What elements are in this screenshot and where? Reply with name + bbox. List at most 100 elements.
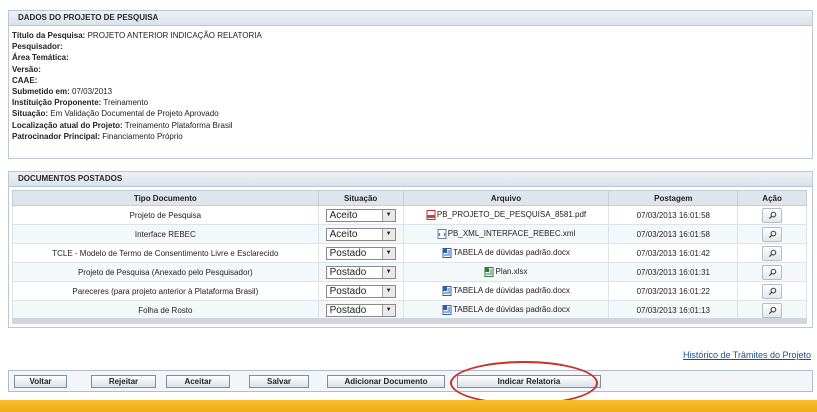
file-cell: Plan.xlsx <box>402 262 610 282</box>
postagem-cell: 07/03/2013 16:01:31 <box>608 262 739 282</box>
project-field-label: Patrocinador Principal: <box>12 131 101 141</box>
document-type-cell: Interface REBEC <box>12 224 319 244</box>
project-field-label: Área Temática: <box>12 53 69 63</box>
project-field: Versão: <box>12 64 812 75</box>
table-row: Projeto de Pesquisa Aceito ▼ PB_PROJETO_DE_… <box>12 205 807 225</box>
view-document-button[interactable] <box>762 264 783 280</box>
column-header-situacao: Situação <box>317 190 404 206</box>
postagem-cell: 07/03/2013 16:01:13 <box>608 300 739 320</box>
acao-cell <box>737 224 807 244</box>
chevron-down-icon[interactable]: ▼ <box>381 304 395 316</box>
rejeitar-button[interactable]: Rejeitar <box>91 375 156 388</box>
postagem-cell: 07/03/2013 16:01:22 <box>608 281 739 301</box>
file-cell: TABELA de dúvidas padrão.docx <box>402 281 610 301</box>
situacao-cell: Aceito ▼ <box>317 224 404 244</box>
table-row: Projeto de Pesquisa (Anexado pelo Pesqui… <box>12 262 807 282</box>
chevron-down-icon[interactable]: ▼ <box>381 285 395 297</box>
postagem-cell: 07/03/2013 16:01:58 <box>608 224 739 244</box>
search-icon <box>768 268 777 277</box>
posted-documents-panel: DOCUMENTOS POSTADOS Tipo Documento Situa… <box>8 171 813 328</box>
xml-file-icon <box>437 229 447 239</box>
project-field: Pesquisador: <box>12 41 812 52</box>
column-header-arquivo: Arquivo <box>402 190 610 206</box>
word-file-icon <box>442 286 452 296</box>
situacao-cell: Aceito ▼ <box>317 205 404 225</box>
situacao-select[interactable]: Aceito ▼ <box>325 208 396 222</box>
situacao-select[interactable]: Postado ▼ <box>325 265 396 279</box>
historico-tramites-link[interactable]: Histórico de Trâmites do Projeto <box>683 350 811 360</box>
project-field-label: Instituição Proponente: <box>12 98 102 108</box>
view-document-button[interactable] <box>762 302 783 318</box>
word-file-icon <box>442 248 452 258</box>
project-field-value: Financiamento Próprio <box>102 131 183 141</box>
view-document-button[interactable] <box>762 226 783 242</box>
project-field-label: Localização atual do Projeto: <box>12 120 123 130</box>
acao-cell <box>737 243 807 263</box>
situacao-select-value: Postado <box>329 304 367 316</box>
word-file-icon <box>442 305 452 315</box>
acao-cell <box>737 281 807 301</box>
project-field-value: Treinamento <box>103 98 149 108</box>
chevron-down-icon[interactable]: ▼ <box>381 228 395 240</box>
aceitar-button[interactable]: Aceitar <box>166 375 230 388</box>
search-icon <box>768 249 777 258</box>
file-link[interactable]: PB_XML_INTERFACE_REBEC.xml <box>448 229 576 238</box>
excel-file-icon <box>484 267 494 277</box>
project-field: Título da Pesquisa: PROJETO ANTERIOR IND… <box>12 30 812 41</box>
document-type-cell: Projeto de Pesquisa <box>12 205 319 225</box>
situacao-select[interactable]: Postado ▼ <box>325 284 396 298</box>
situacao-select-value: Postado <box>329 247 367 259</box>
view-document-button[interactable] <box>762 245 783 261</box>
situacao-select-value: Aceito <box>329 228 358 240</box>
situacao-select-value: Postado <box>329 285 367 297</box>
document-type-cell: Folha de Rosto <box>12 300 319 320</box>
project-field: Área Temática: <box>12 52 812 63</box>
chevron-down-icon[interactable]: ▼ <box>381 247 395 259</box>
footer-stripe <box>0 400 817 412</box>
situacao-select-value: Postado <box>329 266 367 278</box>
documents-table: Tipo Documento Situação Arquivo Postagem… <box>12 190 807 320</box>
situacao-cell: Postado ▼ <box>317 243 404 263</box>
file-link[interactable]: TABELA de dúvidas padrão.docx <box>453 305 570 314</box>
situacao-cell: Postado ▼ <box>317 262 404 282</box>
adicionar-documento-button[interactable]: Adicionar Documento <box>327 375 445 388</box>
voltar-button[interactable]: Voltar <box>14 375 67 388</box>
project-field: Submetido em: 07/03/2013 <box>12 86 812 97</box>
situacao-select[interactable]: Aceito ▼ <box>325 227 396 241</box>
horizontal-scrollbar[interactable] <box>12 318 807 324</box>
project-field: Localização atual do Projeto: Treinament… <box>12 120 812 131</box>
project-data-panel: DADOS DO PROJETO DE PESQUISA Título da P… <box>8 10 813 159</box>
table-row: TCLE - Modelo de Termo de Consentimento … <box>12 243 807 263</box>
search-icon <box>768 211 777 220</box>
file-link[interactable]: TABELA de dúvidas padrão.docx <box>453 248 570 257</box>
acao-cell <box>737 300 807 320</box>
chevron-down-icon[interactable]: ▼ <box>381 266 395 278</box>
document-type-cell: Pareceres (para projeto anterior à Plata… <box>12 281 319 301</box>
view-document-button[interactable] <box>762 283 783 299</box>
chevron-down-icon[interactable]: ▼ <box>381 209 395 221</box>
project-field-value: Em Validação Documental de Projeto Aprov… <box>50 109 219 119</box>
project-field: Instituição Proponente: Treinamento <box>12 97 812 108</box>
pdf-file-icon <box>426 210 436 220</box>
file-link[interactable]: TABELA de dúvidas padrão.docx <box>453 286 570 295</box>
file-cell: TABELA de dúvidas padrão.docx <box>402 243 610 263</box>
project-field-label: CAAE: <box>12 75 38 85</box>
indicar-relatoria-button[interactable]: Indicar Relatoria <box>457 375 601 388</box>
project-info: Título da Pesquisa: PROJETO ANTERIOR IND… <box>9 26 812 142</box>
document-type-cell: TCLE - Modelo de Termo de Consentimento … <box>12 243 319 263</box>
situacao-select[interactable]: Postado ▼ <box>325 246 396 260</box>
file-link[interactable]: PB_PROJETO_DE_PESQUISA_8581.pdf <box>437 210 586 219</box>
view-document-button[interactable] <box>762 207 783 223</box>
situacao-cell: Postado ▼ <box>317 300 404 320</box>
table-row: Folha de Rosto Postado ▼ TABELA de dúvidas … <box>12 300 807 320</box>
situacao-select-value: Aceito <box>329 209 358 221</box>
project-field: CAAE: <box>12 75 812 86</box>
salvar-button[interactable]: Salvar <box>249 375 309 388</box>
file-link[interactable]: Plan.xlsx <box>495 267 527 276</box>
postagem-cell: 07/03/2013 16:01:42 <box>608 243 739 263</box>
document-type-cell: Projeto de Pesquisa (Anexado pelo Pesqui… <box>12 262 319 282</box>
situacao-select[interactable]: Postado ▼ <box>325 303 396 317</box>
file-cell: PB_XML_INTERFACE_REBEC.xml <box>402 224 610 244</box>
table-row: Pareceres (para projeto anterior à Plata… <box>12 281 807 301</box>
project-field-label: Versão: <box>12 64 41 74</box>
